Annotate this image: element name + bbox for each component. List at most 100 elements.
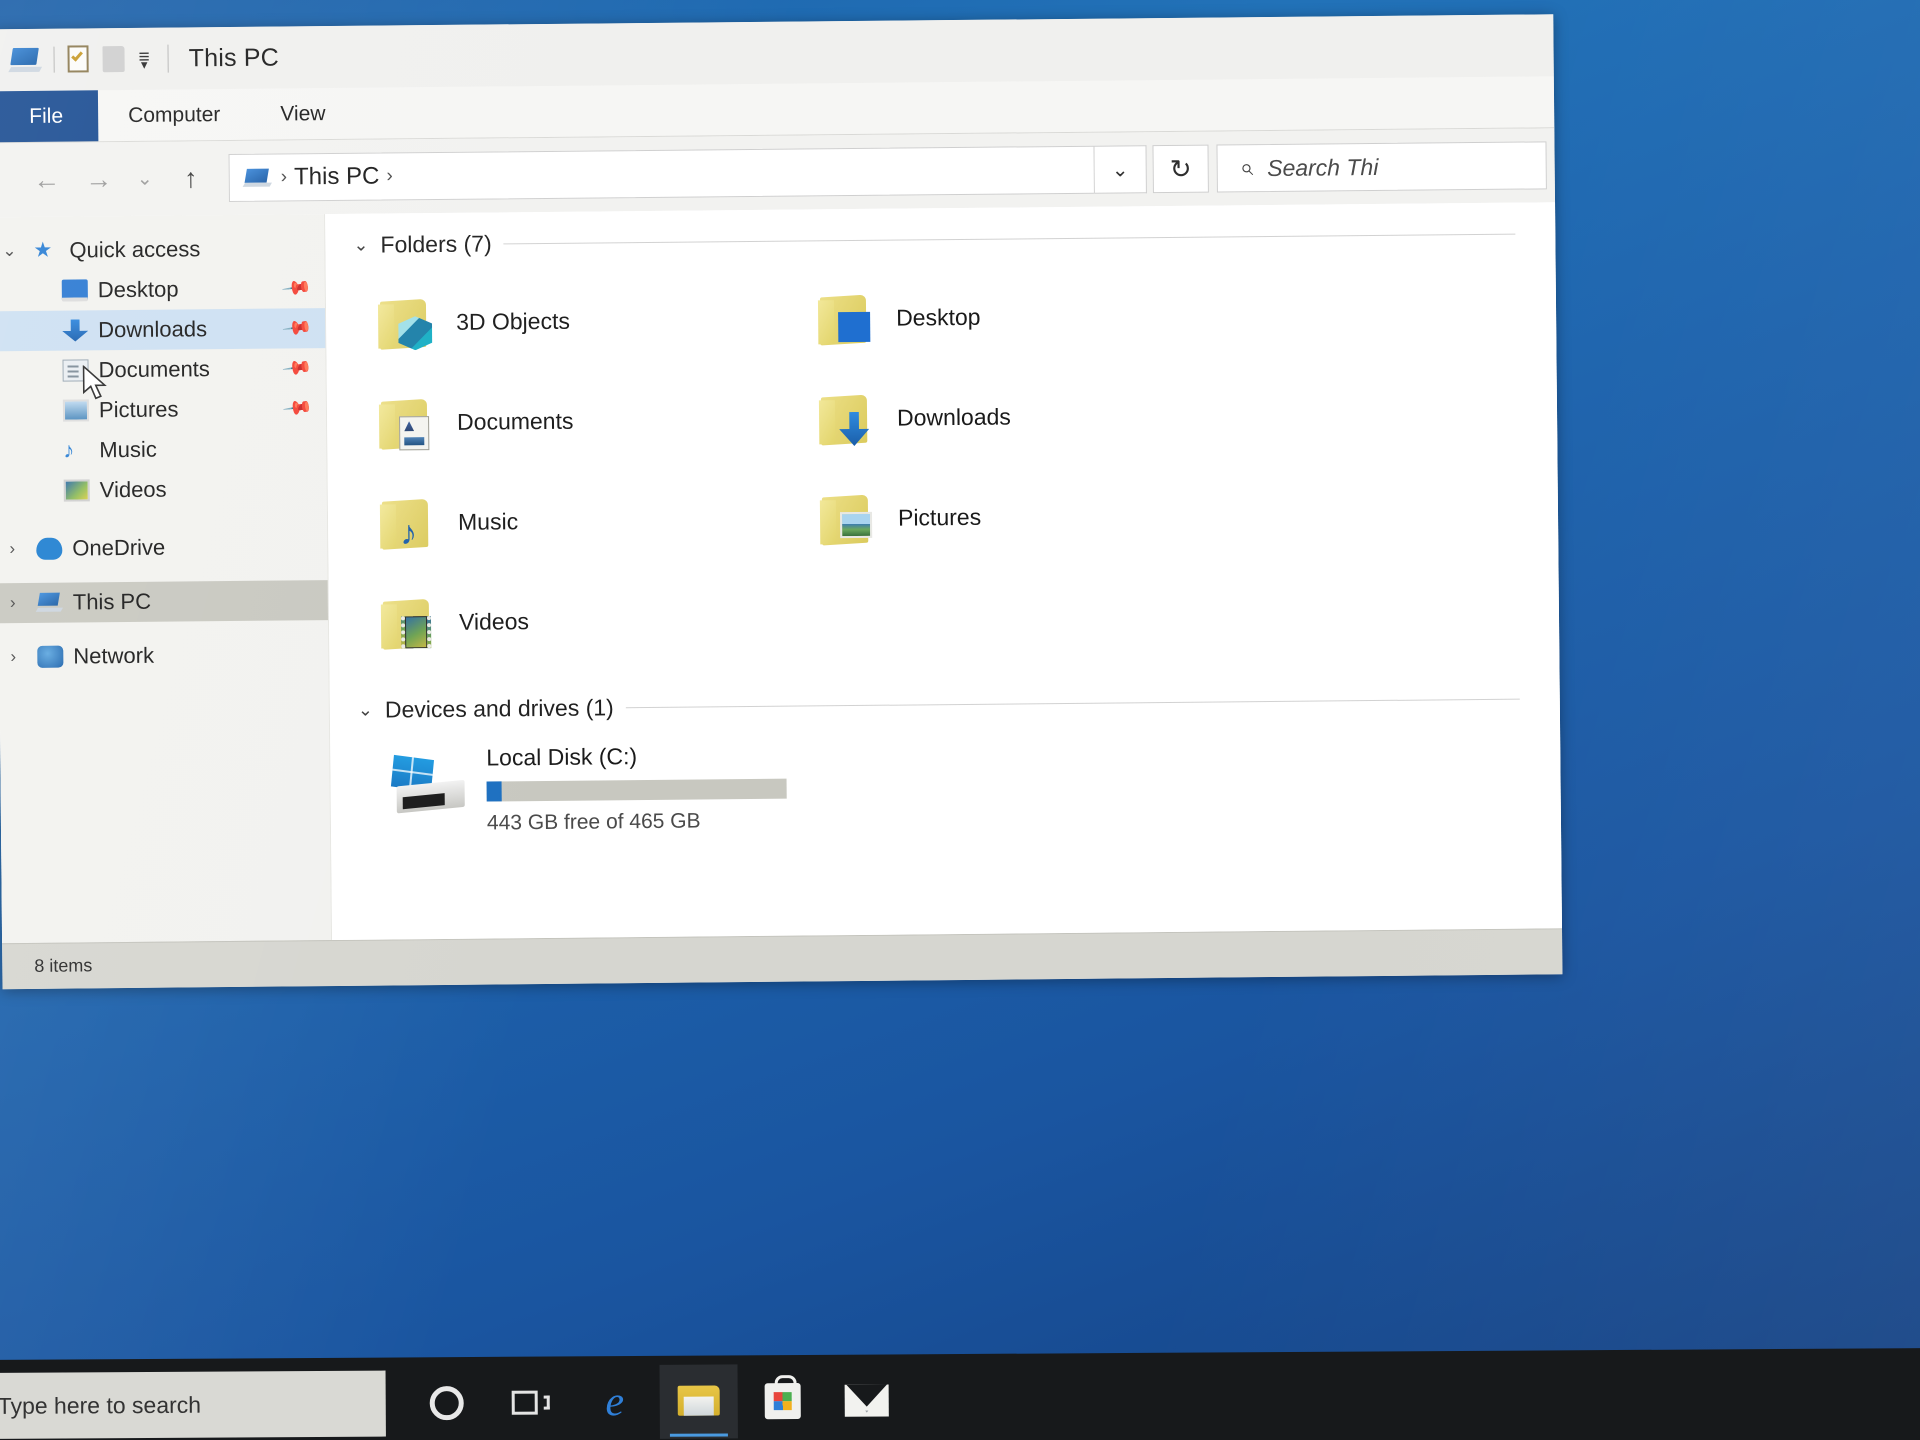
documents-icon: [62, 359, 89, 382]
divider: [53, 46, 55, 73]
cortana-button[interactable]: [408, 1366, 486, 1440]
group-header-devices[interactable]: ⌄ Devices and drives (1): [330, 685, 1560, 724]
taskbar: Type here to search e: [0, 1348, 1920, 1440]
item-count: 8 items: [34, 955, 93, 976]
sidebar-item-music[interactable]: ♪ Music: [0, 428, 327, 471]
breadcrumb-separator[interactable]: ›: [386, 165, 393, 187]
sidebar-item-label: Music: [99, 436, 157, 463]
list-item-label: Documents: [456, 407, 574, 435]
drive-info: Local Disk (C:) 443 GB free of 465 GB: [486, 736, 787, 836]
list-item[interactable]: Local Disk (C:) 443 GB free of 465 GB: [330, 718, 1561, 837]
taskbar-search-input[interactable]: Type here to search: [0, 1370, 386, 1440]
chevron-down-icon[interactable]: ⌄: [0, 241, 24, 261]
sidebar-item-label: Downloads: [98, 316, 208, 343]
sidebar-item-videos[interactable]: Videos: [0, 468, 327, 511]
file-explorer-button[interactable]: [659, 1364, 738, 1439]
list-item-label: Downloads: [896, 403, 1011, 431]
pin-icon[interactable]: 📌: [281, 352, 314, 385]
sidebar-item-pictures[interactable]: Pictures 📌: [0, 388, 326, 431]
network-icon: [37, 645, 64, 668]
chevron-right-icon[interactable]: ›: [0, 539, 26, 559]
pictures-icon: [62, 399, 90, 422]
sidebar-item-network[interactable]: › Network: [0, 634, 329, 677]
content-pane[interactable]: ⌄ Folders (7) 3D Objects Desktop Documen…: [325, 202, 1563, 941]
drive-usage-fill: [486, 781, 502, 802]
sidebar-item-label: Pictures: [98, 396, 179, 423]
up-arrow-icon[interactable]: ↑: [164, 152, 216, 204]
chevron-down-icon[interactable]: ⌄: [353, 235, 368, 256]
sidebar-item-label: Desktop: [97, 276, 179, 303]
pin-icon[interactable]: 📌: [281, 392, 314, 425]
group-header-folders[interactable]: ⌄ Folders (7): [325, 220, 1555, 259]
sidebar-item-label: Network: [73, 642, 155, 669]
breadcrumb-separator: ›: [280, 166, 288, 188]
list-item[interactable]: Desktop: [816, 264, 1257, 368]
breadcrumb[interactable]: › This PC ›: [228, 145, 1095, 203]
search-input[interactable]: ⌕ Search Thi: [1216, 141, 1547, 193]
forward-arrow-icon[interactable]: →: [73, 153, 125, 205]
divider: [503, 233, 1516, 245]
sidebar-item-label: OneDrive: [72, 534, 166, 561]
pin-icon[interactable]: 📌: [281, 312, 314, 345]
this-pc-icon: [242, 167, 274, 189]
sidebar-item-onedrive[interactable]: › OneDrive: [0, 526, 327, 569]
drive-name: Local Disk (C:): [486, 743, 638, 771]
list-item-label: Music: [457, 507, 519, 535]
recent-locations-caret-icon[interactable]: ⌄: [124, 153, 164, 205]
sidebar-item-this-pc[interactable]: › This PC: [0, 580, 328, 624]
cortana-icon: [429, 1386, 464, 1421]
sidebar-item-desktop[interactable]: Desktop 📌: [0, 268, 325, 311]
folder-3d-objects-icon: [376, 294, 439, 351]
mail-icon: [844, 1384, 889, 1417]
group-title: Devices and drives (1): [384, 694, 614, 723]
chevron-down-icon[interactable]: ⌄: [358, 700, 373, 721]
edge-browser-button[interactable]: e: [576, 1365, 654, 1439]
folder-music-icon: ♪: [378, 494, 441, 552]
customize-quick-access-caret-icon[interactable]: ≡ ▾: [134, 46, 153, 71]
tab-file[interactable]: File: [0, 90, 99, 143]
videos-icon: [63, 479, 90, 502]
refresh-icon[interactable]: ↻: [1152, 144, 1209, 194]
list-item-label: 3D Objects: [456, 307, 571, 335]
taskbar-icons: e: [408, 1363, 906, 1440]
list-item[interactable]: Videos: [379, 568, 820, 672]
list-item[interactable]: Pictures: [818, 464, 1259, 568]
music-icon: ♪: [63, 437, 75, 463]
sidebar-item-label: Documents: [98, 356, 210, 383]
mail-button[interactable]: [827, 1363, 905, 1437]
folder-desktop-icon: [816, 290, 879, 347]
divider: [625, 698, 1520, 709]
sidebar-item-downloads[interactable]: Downloads 📌: [0, 308, 326, 352]
chevron-right-icon[interactable]: ›: [0, 593, 27, 613]
list-item[interactable]: Downloads: [817, 364, 1258, 468]
tab-view[interactable]: View: [250, 88, 356, 140]
list-item[interactable]: Documents: [377, 368, 818, 472]
properties-icon[interactable]: [64, 44, 92, 74]
sidebar-item-label: This PC: [72, 588, 152, 615]
list-item-label: Pictures: [897, 503, 982, 531]
sidebar-item-documents[interactable]: Documents 📌: [0, 348, 326, 391]
this-pc-icon: [35, 592, 64, 614]
back-arrow-icon[interactable]: ←: [21, 154, 73, 206]
chevron-right-icon[interactable]: ›: [0, 647, 27, 667]
tab-computer[interactable]: Computer: [98, 89, 251, 141]
microsoft-store-icon: [764, 1383, 801, 1420]
explorer-body: ⌄ ★ Quick access Desktop 📌 Downloads 📌 D…: [0, 202, 1563, 944]
taskbar-search-placeholder: Type here to search: [0, 1391, 202, 1419]
address-dropdown-icon[interactable]: ⌄: [1094, 145, 1147, 194]
task-view-button[interactable]: [492, 1365, 570, 1439]
pin-icon[interactable]: 📌: [280, 272, 313, 305]
folder-documents-icon: [377, 394, 440, 451]
navigation-pane: ⌄ ★ Quick access Desktop 📌 Downloads 📌 D…: [0, 214, 333, 944]
task-view-icon: [511, 1389, 550, 1417]
microsoft-store-button[interactable]: [743, 1364, 821, 1438]
desktop-icon: [61, 279, 88, 302]
new-folder-icon[interactable]: [102, 45, 125, 73]
sidebar-item-quick-access[interactable]: ⌄ ★ Quick access: [0, 228, 325, 271]
onedrive-icon: [36, 537, 63, 560]
this-pc-icon: [8, 45, 43, 75]
list-item-label: Desktop: [895, 303, 981, 331]
breadcrumb-item-this-pc[interactable]: This PC: [294, 163, 380, 192]
list-item[interactable]: 3D Objects: [376, 268, 817, 372]
list-item[interactable]: ♪ Music: [378, 468, 819, 572]
